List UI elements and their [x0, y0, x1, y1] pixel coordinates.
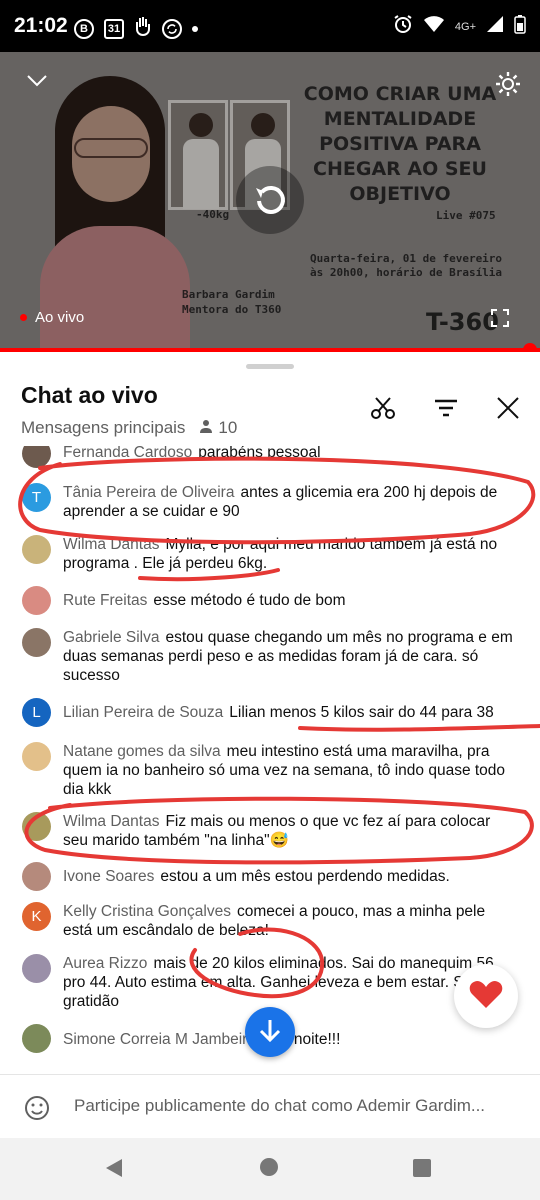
avatar[interactable] — [22, 862, 51, 891]
system-icons: 4G+ — [393, 14, 526, 39]
system-navigation-bar — [0, 1138, 540, 1200]
message-author[interactable]: Aurea Rizzo — [63, 955, 147, 972]
message-author[interactable]: Kelly Cristina Gonçalves — [63, 903, 231, 920]
live-label: Ao vivo — [35, 309, 85, 326]
heart-icon — [469, 979, 503, 1014]
avatar[interactable] — [22, 628, 51, 657]
home-icon[interactable] — [260, 1158, 278, 1176]
chat-input-bar[interactable]: Participe publicamente do chat como Adem… — [0, 1074, 540, 1138]
message-author[interactable]: Fernanda Cardoso — [63, 446, 192, 461]
chat-mode-selector[interactable]: Mensagens principais 10 — [21, 418, 237, 438]
alarm-icon — [393, 14, 413, 39]
dot-icon — [192, 25, 198, 32]
message-author[interactable]: Simone Correia M Jambeiro — [63, 1031, 256, 1048]
close-chat-button[interactable] — [494, 396, 522, 424]
fullscreen-icon[interactable] — [490, 308, 510, 333]
message-author[interactable]: Wilma Dantas — [63, 536, 159, 553]
scroll-to-bottom-button[interactable] — [245, 1007, 295, 1057]
message-author[interactable]: Natane gomes da silva — [63, 743, 221, 760]
network-type-label: 4G+ — [454, 20, 476, 33]
emoji-icon[interactable] — [24, 1095, 50, 1126]
status-bar: 21:02 B 31 4G+ — [0, 0, 540, 52]
message-author[interactable]: Rute Freitas — [63, 592, 147, 609]
clip-button[interactable] — [369, 396, 397, 424]
chat-title: Chat ao vivo — [21, 382, 158, 408]
filter-button[interactable] — [432, 396, 460, 424]
progress-scrubber[interactable] — [523, 343, 537, 352]
calendar-icon: 31 — [104, 18, 124, 39]
wifi-icon — [423, 15, 445, 38]
avatar[interactable] — [22, 446, 51, 468]
viewer-count: 10 — [199, 418, 237, 438]
message-author[interactable]: Ivone Soares — [63, 868, 154, 885]
live-indicator[interactable]: Ao vivo — [20, 309, 84, 326]
battery-icon — [514, 14, 526, 39]
notification-icons: B 31 — [74, 16, 198, 41]
avatar[interactable] — [22, 1024, 51, 1053]
hand-icon — [134, 16, 152, 41]
scissors-icon — [370, 395, 396, 426]
avatar[interactable] — [22, 535, 51, 564]
video-player[interactable]: -40kg COMO CRIAR UMA MENTALIDADE POSITIV… — [0, 52, 540, 352]
live-chat-panel: Chat ao vivo Mensagens principais 10 Fer… — [0, 352, 540, 1200]
recent-apps-icon[interactable] — [413, 1159, 431, 1177]
live-dot-icon — [20, 314, 27, 321]
reaction-heart-button[interactable] — [454, 964, 518, 1028]
minimize-chevron-icon[interactable] — [26, 74, 48, 93]
avatar[interactable]: T — [22, 483, 51, 512]
avatar[interactable]: L — [22, 698, 51, 727]
message-author[interactable]: Tânia Pereira de Oliveira — [63, 484, 234, 501]
avatar[interactable] — [22, 742, 51, 771]
message-text: estou a um mês estou perdendo medidas. — [160, 868, 450, 885]
settings-gear-icon[interactable] — [494, 70, 522, 103]
chat-mode-label: Mensagens principais — [21, 418, 186, 437]
sync-icon — [162, 18, 182, 39]
avatar[interactable]: K — [22, 902, 51, 931]
message-author[interactable]: Lilian Pereira de Souza — [63, 704, 223, 721]
b-circle-icon: B — [74, 18, 94, 39]
avatar[interactable] — [22, 954, 51, 983]
signal-icon — [486, 15, 504, 38]
avatar[interactable] — [22, 812, 51, 841]
clock-time: 21:02 — [14, 14, 68, 37]
avatar[interactable] — [22, 586, 51, 615]
message-author[interactable]: Gabriele Silva — [63, 629, 160, 646]
message-text: Lilian menos 5 kilos sair do 44 para 38 — [229, 704, 494, 721]
replay-icon[interactable] — [236, 166, 304, 234]
arrow-down-icon — [259, 1018, 281, 1047]
message-text: parabéns pessoal — [198, 446, 321, 461]
person-icon — [199, 418, 213, 438]
drag-handle[interactable] — [246, 364, 294, 369]
close-icon — [496, 396, 520, 425]
back-icon[interactable] — [104, 1157, 124, 1184]
message-author[interactable]: Wilma Dantas — [63, 813, 159, 830]
message-text: esse método é tudo de bom — [153, 592, 346, 609]
viewer-count-value: 10 — [218, 418, 238, 437]
filter-icon — [433, 398, 459, 423]
chat-input-placeholder[interactable]: Participe publicamente do chat como Adem… — [74, 1096, 485, 1116]
